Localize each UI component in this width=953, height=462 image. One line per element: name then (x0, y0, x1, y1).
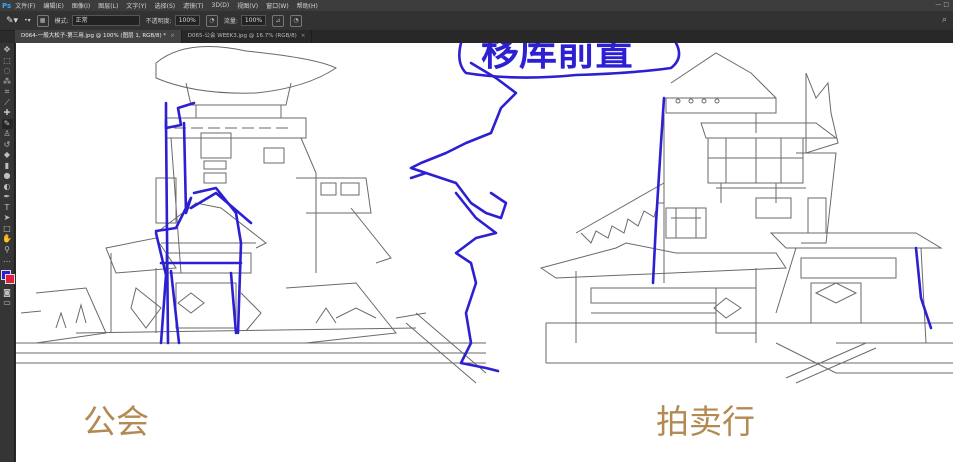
flow-input[interactable]: 100% (240, 15, 267, 26)
brush-size-icon[interactable]: •▾ (24, 17, 31, 24)
mode-select[interactable]: 正常 (71, 15, 140, 26)
mode-value: 正常 (75, 17, 88, 24)
tab-label: D064-一般大松子-第三用.jpg @ 100% (图层 1, RGB/8) … (21, 33, 167, 39)
history-brush-tool-icon[interactable]: ↺ (2, 140, 13, 151)
pressure-size-icon[interactable]: ◔ (290, 14, 303, 27)
tab-label: D065-公会 WEEK3.jpg @ 16.7% (RGB/8) (187, 33, 297, 39)
guild-sketch (16, 46, 487, 384)
brush-panel-icon[interactable]: ▦ (36, 14, 49, 27)
blur-tool-icon[interactable]: ● (2, 171, 13, 182)
menu-bar: Ps 文件(F) 编辑(E) 图像(I) 图层(L) 文字(Y) 选择(S) 滤… (0, 0, 953, 11)
more-tools-icon[interactable]: … (2, 255, 13, 266)
caption-auction-house: 拍卖行 (656, 402, 755, 441)
airbrush-icon[interactable]: ⊿ (272, 14, 285, 27)
auction-sketch (539, 52, 953, 384)
opacity-label: 不透明度: (145, 18, 172, 25)
blue-annotations (154, 43, 933, 373)
screen-mode-icon[interactable]: ▭ (2, 298, 13, 309)
menu-image[interactable]: 图像(I) (72, 1, 90, 10)
flow-label: 流量: (223, 18, 238, 25)
path-select-tool-icon[interactable]: ➤ (2, 213, 13, 224)
document-tabs: D064-一般大松子-第三用.jpg @ 100% (图层 1, RGB/8) … (15, 30, 953, 43)
dodge-tool-icon[interactable]: ◐ (2, 182, 13, 193)
zoom-tool-icon[interactable]: ⚲ (2, 245, 13, 256)
color-swatches[interactable] (1, 269, 15, 284)
move-tool-icon[interactable]: ✥ (2, 45, 13, 56)
brush-tool-icon[interactable]: ✎ (1, 118, 13, 129)
healing-brush-tool-icon[interactable]: ✚ (2, 108, 13, 119)
flow-control: 流量: 100% (223, 15, 267, 26)
menu-view[interactable]: 视图(V) (237, 1, 258, 10)
marquee-tool-icon[interactable]: ⬚ (2, 56, 13, 67)
menu-select[interactable]: 选择(S) (155, 1, 176, 10)
tab-document-2[interactable]: D065-公会 WEEK3.jpg @ 16.7% (RGB/8) × (182, 30, 313, 43)
handwritten-note: 移库前置 (481, 43, 633, 74)
menu-help[interactable]: 帮助(H) (297, 1, 318, 10)
options-bar: ✎▾ •▾ ▦ 模式: 正常 不透明度: 100% ◔ 流量: 100% ⊿ ◔… (0, 11, 953, 31)
quick-select-tool-icon[interactable]: ⁂ (2, 77, 13, 88)
clone-stamp-tool-icon[interactable]: ♙ (2, 129, 13, 140)
background-color-swatch[interactable] (5, 273, 15, 284)
gradient-tool-icon[interactable]: ▮ (2, 161, 13, 172)
artwork: 移库前置 (16, 43, 953, 384)
svg-text:移库前置: 移库前置 (481, 43, 633, 74)
close-icon[interactable]: × (301, 33, 306, 39)
opacity-control: 不透明度: 100% (146, 15, 200, 26)
menu-file[interactable]: 文件(F) (15, 1, 35, 10)
menu-3d[interactable]: 3D(D) (212, 2, 230, 9)
type-tool-icon[interactable]: T (2, 203, 13, 214)
pressure-opacity-icon[interactable]: ◔ (205, 14, 218, 27)
close-icon[interactable]: × (170, 33, 175, 39)
mode-control: 模式: 正常 (55, 15, 140, 26)
crop-tool-icon[interactable]: ⌗ (2, 87, 13, 98)
hand-tool-icon[interactable]: ✋ (2, 234, 13, 245)
menu-type[interactable]: 文字(Y) (126, 1, 146, 10)
caption-guild: 公会 (83, 402, 149, 441)
opacity-input[interactable]: 100% (174, 15, 200, 26)
document-canvas[interactable]: 移库前置 公会 拍卖行 (16, 43, 953, 462)
eraser-tool-icon[interactable]: ◆ (2, 150, 13, 161)
tab-document-1[interactable]: D064-一般大松子-第三用.jpg @ 100% (图层 1, RGB/8) … (15, 30, 182, 43)
brush-tool-icon[interactable]: ✎▾ (6, 16, 18, 26)
quick-mask-icon[interactable]: ◙ (2, 288, 13, 299)
menu-window[interactable]: 窗口(W) (266, 1, 289, 10)
mode-label: 模式: (54, 18, 69, 25)
pen-tool-icon[interactable]: ✒ (2, 192, 13, 203)
search-icon[interactable]: ⌕ (942, 15, 947, 25)
window-controls[interactable]: — □ (935, 1, 949, 8)
menu-layer[interactable]: 图层(L) (98, 1, 118, 10)
rectangle-tool-icon[interactable]: □ (2, 224, 13, 235)
menu-edit[interactable]: 编辑(E) (43, 1, 63, 10)
eyedropper-tool-icon[interactable]: ⟋ (2, 98, 13, 109)
menu-filter[interactable]: 滤镜(T) (183, 1, 203, 10)
lasso-tool-icon[interactable]: ◌ (2, 66, 13, 77)
tools-panel: ✥ ⬚ ◌ ⁂ ⌗ ⟋ ✚ ✎ ♙ ↺ ◆ ▮ ● ◐ ✒ T ➤ □ ✋ ⚲ … (0, 43, 15, 462)
photoshop-logo: Ps (2, 1, 12, 10)
